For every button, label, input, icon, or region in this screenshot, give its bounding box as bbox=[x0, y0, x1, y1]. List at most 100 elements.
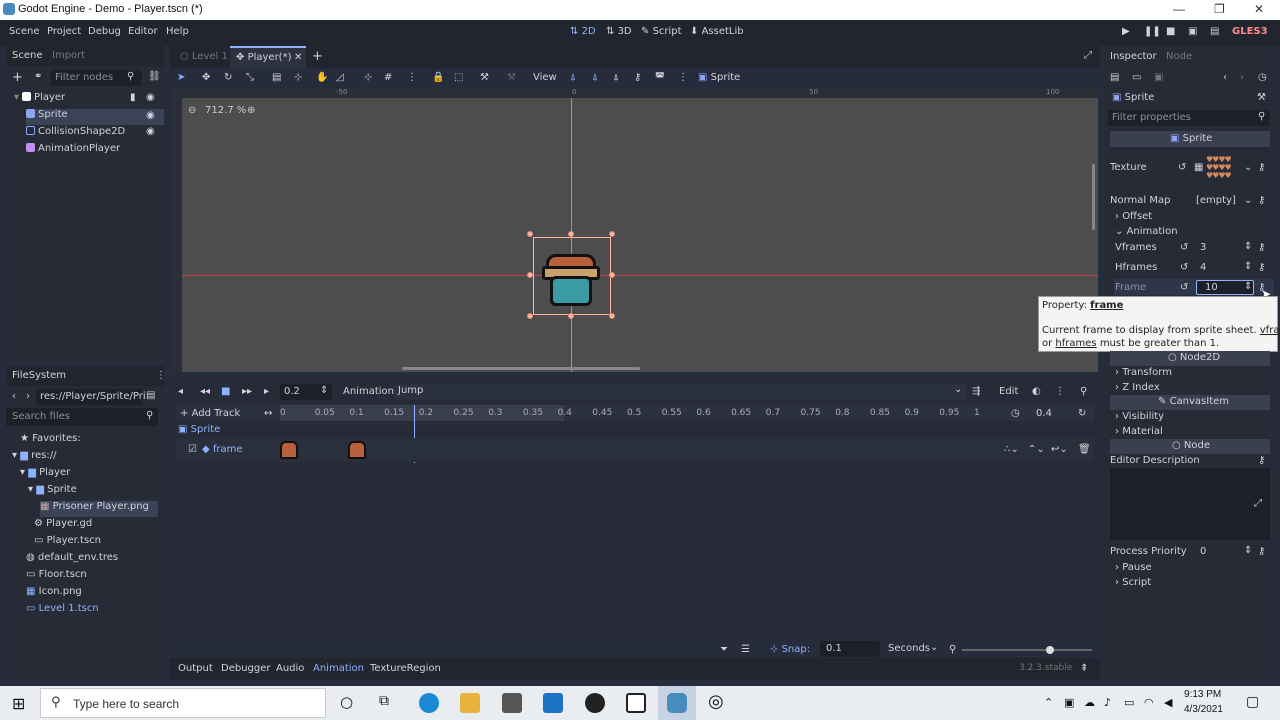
revert-icon[interactable]: ↺ bbox=[1180, 242, 1188, 253]
editor-description-field[interactable]: ⤢ bbox=[1110, 468, 1270, 540]
more-icon[interactable]: ⋮ bbox=[1055, 386, 1065, 397]
tree-item-player[interactable]: ▾ Player ▮ ◉ bbox=[14, 92, 160, 108]
play-backwards-icon[interactable]: ◂ bbox=[178, 386, 183, 397]
move-tool-icon[interactable]: ✥ bbox=[202, 72, 210, 83]
bone-icon[interactable]: ⚒ bbox=[480, 72, 489, 83]
menu-help[interactable]: Help bbox=[166, 26, 189, 37]
new-resource-icon[interactable]: ▤ bbox=[1110, 72, 1119, 83]
tab-textureregion[interactable]: TextureRegion bbox=[370, 663, 441, 674]
godot-taskbar-active[interactable] bbox=[658, 686, 696, 720]
keyframe-key-icon[interactable]: ⚷ bbox=[1258, 546, 1265, 557]
file-explorer-icon[interactable] bbox=[460, 693, 480, 713]
zoom-slider[interactable] bbox=[962, 646, 1092, 654]
stop-icon[interactable]: ■ bbox=[1166, 26, 1175, 37]
player-tscn-item[interactable]: ▭ Player.tscn bbox=[34, 535, 101, 551]
script-icon[interactable]: ▮ bbox=[130, 92, 136, 103]
filter-properties-input[interactable]: Filter properties ⚲ bbox=[1108, 110, 1270, 126]
expand-icon[interactable]: ⤢ bbox=[1254, 498, 1262, 509]
lock-icon[interactable]: 🔒 bbox=[432, 72, 444, 83]
maximize-icon[interactable]: ❐ bbox=[1214, 2, 1225, 16]
onion-skin-icon[interactable]: ◐ bbox=[1032, 386, 1041, 397]
scale-tool-icon[interactable]: ⤡ bbox=[246, 72, 254, 83]
tab-level1[interactable]: ○ Level 1 bbox=[180, 51, 228, 62]
save-icon[interactable]: ▣ bbox=[1154, 72, 1163, 83]
history-back-icon[interactable]: ‹ bbox=[1223, 72, 1227, 83]
workspace-assetlib-button[interactable]: ⬇ AssetLib bbox=[690, 26, 744, 37]
zoom-out-icon[interactable]: ⊖ bbox=[188, 105, 196, 116]
tab-import[interactable]: Import bbox=[52, 50, 85, 61]
play-start-icon[interactable]: ▸▸ bbox=[242, 386, 252, 397]
windows-start-icon[interactable]: ⊞ bbox=[12, 694, 25, 713]
revert-icon[interactable]: ↺ bbox=[1180, 282, 1188, 293]
resize-handle[interactable] bbox=[527, 231, 533, 237]
pivot-icon[interactable]: ⊹ bbox=[294, 72, 302, 83]
hframes-spinbox[interactable]: 4 ⇕ bbox=[1196, 260, 1254, 275]
vertical-scrollbar[interactable] bbox=[1092, 164, 1095, 230]
select-tool-icon[interactable]: ➤ bbox=[177, 72, 185, 83]
minimize-icon[interactable]: — bbox=[1173, 2, 1185, 16]
pause-section[interactable]: › Pause bbox=[1115, 562, 1152, 573]
interpolation-icon[interactable]: ⌃⌄ bbox=[1028, 444, 1045, 455]
open-folder-icon[interactable]: ▭ bbox=[1132, 72, 1141, 83]
material-section[interactable]: › Material bbox=[1115, 426, 1163, 437]
transform-section[interactable]: › Transform bbox=[1115, 367, 1172, 378]
tab-audio[interactable]: Audio bbox=[276, 663, 304, 674]
keyframe-key-icon[interactable]: ⚷ bbox=[1258, 195, 1265, 206]
pan-icon[interactable]: ✋ bbox=[316, 72, 328, 83]
frame-spinbox[interactable]: 10 ⇕ bbox=[1196, 280, 1254, 295]
distraction-free-icon[interactable]: ⤢ bbox=[1084, 50, 1092, 61]
expand-panel-icon[interactable]: ⇞ bbox=[1080, 663, 1088, 674]
snap-icon[interactable]: ⊹ bbox=[364, 72, 372, 83]
tab-scene[interactable]: Scene bbox=[12, 50, 43, 61]
resize-handle[interactable] bbox=[609, 313, 615, 319]
keyframe-key-icon[interactable]: ⚷ bbox=[1258, 242, 1265, 253]
revert-icon[interactable]: ↺ bbox=[1178, 162, 1186, 173]
more-icon[interactable]: ⋮ bbox=[678, 72, 688, 83]
tab-player[interactable]: ✥ Player(*) ✕ bbox=[230, 46, 306, 68]
play-custom-icon[interactable]: ▤ bbox=[1210, 26, 1219, 37]
mail-icon[interactable] bbox=[543, 693, 563, 713]
keyframe-key-icon[interactable]: ⚷ bbox=[1258, 455, 1265, 466]
trash-icon[interactable]: 🗑 bbox=[1078, 444, 1091, 455]
pause-icon[interactable]: ❚❚ bbox=[1144, 26, 1161, 37]
normal-map-value[interactable]: [empty] bbox=[1196, 195, 1236, 206]
offset-section[interactable]: › Offset bbox=[1115, 211, 1152, 222]
workspace-script-button[interactable]: ✎ Script bbox=[641, 26, 682, 37]
play-icon[interactable]: ▸ bbox=[264, 386, 269, 397]
animation-select[interactable]: Jump ⌄ bbox=[394, 383, 966, 400]
visibility-section[interactable]: › Visibility bbox=[1115, 411, 1164, 422]
split-view-icon[interactable]: ▤ bbox=[146, 390, 155, 401]
sprite-tool-button[interactable]: ▣ Sprite bbox=[698, 72, 740, 83]
list-icon[interactable]: ☰ bbox=[741, 644, 750, 655]
insert-key-scale-icon[interactable]: ⍋ bbox=[613, 72, 619, 83]
volume-icon[interactable]: ◀ bbox=[1164, 696, 1172, 709]
ruler-icon[interactable]: ◿ bbox=[336, 72, 344, 83]
obs-icon[interactable]: ◎ bbox=[708, 691, 724, 712]
mic-icon[interactable]: ♪ bbox=[1104, 696, 1111, 709]
keyframe-key-icon[interactable]: ⚷ bbox=[1258, 262, 1265, 273]
close-icon[interactable]: ✕ bbox=[1254, 2, 1264, 16]
favorites-item[interactable]: ★ Favorites: bbox=[20, 433, 81, 449]
snap-input[interactable]: 0.1 bbox=[820, 641, 880, 657]
play-scene-icon[interactable]: ▣ bbox=[1188, 26, 1197, 37]
cortana-icon[interactable]: ○ bbox=[340, 693, 353, 711]
insert-key-icon[interactable]: ⍋ bbox=[570, 72, 576, 83]
menu-scene[interactable]: Scene bbox=[9, 26, 40, 37]
resize-handle[interactable] bbox=[609, 272, 615, 278]
visibility-eye-icon[interactable]: ◉ bbox=[146, 110, 155, 121]
store-icon[interactable] bbox=[502, 693, 522, 713]
auto-key-icon[interactable]: ◚ bbox=[655, 72, 665, 83]
default-env-item[interactable]: ◍ default_env.tres bbox=[26, 552, 118, 568]
tab-animation[interactable]: Animation bbox=[313, 663, 364, 674]
clock-date[interactable]: 4/3/2021 bbox=[1184, 704, 1223, 715]
spin-arrows-icon[interactable]: ⇕ bbox=[1244, 545, 1252, 556]
resize-handle[interactable] bbox=[527, 272, 533, 278]
visibility-eye-icon[interactable]: ◉ bbox=[146, 126, 155, 137]
edit-menu[interactable]: Edit bbox=[999, 386, 1018, 397]
workspace-3d-button[interactable]: ⇅ 3D bbox=[606, 26, 632, 37]
canvas-viewport[interactable]: ⊖ 712.7 % ⊕ bbox=[182, 98, 1098, 372]
add-track-button[interactable]: + Add Track bbox=[180, 408, 240, 419]
res-root-item[interactable]: ▾ ▆ res:// bbox=[12, 450, 56, 466]
menu-project[interactable]: Project bbox=[47, 26, 81, 37]
chevron-down-icon[interactable]: ⌄ bbox=[1244, 195, 1252, 206]
